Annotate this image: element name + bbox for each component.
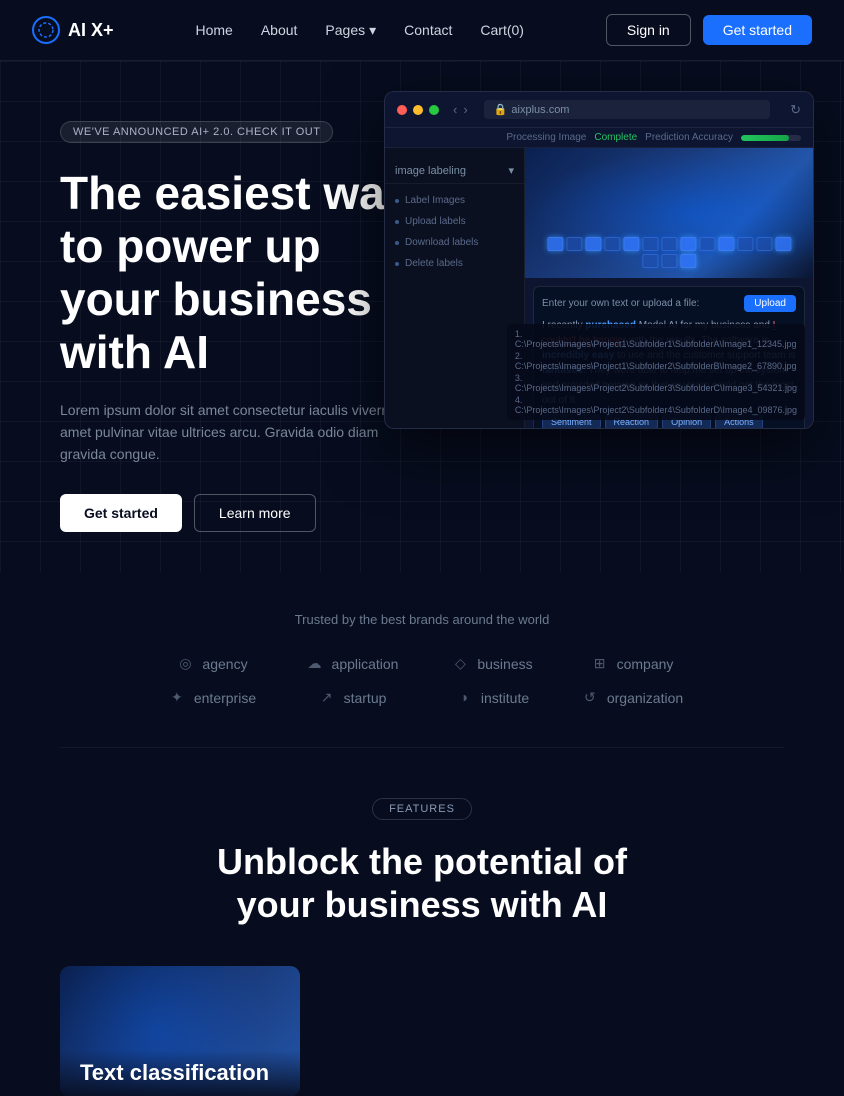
key: [680, 254, 696, 268]
preview-card: Text classification: [60, 966, 300, 1096]
brand-company: ⊞ company: [562, 655, 702, 673]
key: [661, 254, 677, 268]
application-icon: ☁: [306, 655, 324, 673]
browser-url-bar[interactable]: 🔒 aixplus.com: [484, 100, 770, 119]
company-icon: ⊞: [591, 655, 609, 673]
navbar: AI X+ Home About Pages ▾ Contact Cart(0)…: [0, 0, 844, 61]
get-started-hero-button[interactable]: Get started: [60, 494, 182, 532]
accuracy-fill: [741, 135, 789, 141]
hero-section: WE'VE ANNOUNCED AI+ 2.0. CHECK IT OUT Th…: [0, 61, 844, 572]
chevron-icon[interactable]: ▾: [508, 164, 514, 177]
accuracy-track: [741, 135, 801, 141]
key: [547, 237, 563, 251]
status-complete: Complete: [594, 132, 637, 143]
chat-label: Enter your own text or upload a file:: [542, 298, 699, 309]
file-item-1: 1. C:\Projects\Images\Project1\Subfolder…: [515, 328, 797, 350]
key: [585, 237, 601, 251]
brand-enterprise: ✦ enterprise: [142, 689, 282, 707]
business-icon: ◇: [451, 655, 469, 673]
keyboard-keys: [539, 237, 798, 268]
file-item-3: 3. C:\Projects\Images\Project2\Subfolder…: [515, 372, 797, 394]
brand-organization: ↺ organization: [562, 689, 702, 707]
file-item-4: 4. C:\Projects\Images\Project2\Subfolder…: [515, 394, 797, 416]
get-started-nav-button[interactable]: Get started: [703, 15, 812, 45]
file-list: 1. C:\Projects\Images\Project1\Subfolder…: [507, 324, 805, 420]
nav-home[interactable]: Home: [195, 22, 232, 38]
announcement-badge[interactable]: WE'VE ANNOUNCED AI+ 2.0. CHECK IT OUT: [60, 121, 333, 143]
nav-cart[interactable]: Cart(0): [480, 22, 524, 38]
back-icon[interactable]: ‹: [453, 102, 457, 117]
features-badge: FEATURES: [372, 798, 472, 820]
sidebar-panel: image labeling ▾ Label Images Upload lab…: [385, 148, 525, 428]
key: [680, 237, 696, 251]
enterprise-icon: ✦: [168, 689, 186, 707]
upload-button[interactable]: Upload: [744, 295, 796, 312]
chat-upload-row: Enter your own text or upload a file: Up…: [542, 295, 796, 312]
refresh-icon[interactable]: ↻: [790, 102, 801, 118]
sidebar-item-label-images[interactable]: Label Images: [385, 190, 524, 211]
sidebar-item-upload[interactable]: Upload labels: [385, 211, 524, 232]
brand-institute: ◑ institute: [422, 689, 562, 707]
dot-red: [397, 105, 407, 115]
organization-icon: ↺: [581, 689, 599, 707]
hero-subtitle: Lorem ipsum dolor sit amet consectetur i…: [60, 399, 420, 466]
nav-pages[interactable]: Pages ▾: [325, 22, 376, 39]
browser-body: image labeling ▾ Label Images Upload lab…: [385, 148, 813, 428]
sidebar-item-download[interactable]: Download labels: [385, 232, 524, 253]
status-bar: Processing Image Complete Prediction Acc…: [385, 128, 813, 148]
nav-actions: Sign in Get started: [606, 14, 812, 46]
key: [623, 237, 639, 251]
main-panel: Enter your own text or upload a file: Up…: [525, 148, 813, 428]
agency-icon: ◎: [176, 655, 194, 673]
hero-content: WE'VE ANNOUNCED AI+ 2.0. CHECK IT OUT Th…: [60, 121, 420, 532]
forward-icon[interactable]: ›: [463, 102, 467, 117]
browser-window: ‹ › 🔒 aixplus.com ↻ Processing Image Com…: [384, 91, 814, 429]
brand-startup: ↗ startup: [282, 689, 422, 707]
key: [718, 237, 734, 251]
institute-icon: ◑: [455, 689, 473, 707]
brand-agency: ◎ agency: [142, 655, 282, 673]
signin-button[interactable]: Sign in: [606, 14, 691, 46]
brand-business: ◇ business: [422, 655, 562, 673]
accuracy-bar: [741, 135, 801, 141]
trusted-title: Trusted by the best brands around the wo…: [60, 612, 784, 627]
key: [604, 237, 620, 251]
features-section: FEATURES Unblock the potential of your b…: [0, 748, 844, 946]
dot-green: [429, 105, 439, 115]
features-title: Unblock the potential of your business w…: [60, 840, 784, 926]
lock-icon: 🔒: [494, 103, 508, 116]
key: [756, 237, 772, 251]
key: [661, 237, 677, 251]
startup-icon: ↗: [318, 689, 336, 707]
logo[interactable]: AI X+: [32, 16, 114, 44]
key: [566, 237, 582, 251]
file-item-2: 2. C:\Projects\Images\Project1\Subfolder…: [515, 350, 797, 372]
dot-yellow: [413, 105, 423, 115]
browser-nav: ‹ ›: [453, 102, 468, 117]
key: [642, 254, 658, 268]
brand-grid: ◎ agency ☁ application ◇ business ⊞ comp…: [142, 655, 702, 707]
keyboard-image: [525, 148, 813, 278]
key: [699, 237, 715, 251]
bottom-preview: Text classification: [0, 946, 844, 1096]
chevron-down-icon: ▾: [369, 22, 376, 39]
brand-application: ☁ application: [282, 655, 422, 673]
trusted-section: Trusted by the best brands around the wo…: [0, 572, 844, 747]
sidebar-panel-header: image labeling ▾: [385, 158, 524, 184]
hero-title: The easiest way to power up your busines…: [60, 167, 420, 379]
nav-contact[interactable]: Contact: [404, 22, 452, 38]
hero-buttons: Get started Learn more: [60, 494, 420, 532]
text-classification-label: Text classification: [60, 1050, 300, 1096]
key: [737, 237, 753, 251]
browser-titlebar: ‹ › 🔒 aixplus.com ↻: [385, 92, 813, 128]
sidebar-item-delete[interactable]: Delete labels: [385, 253, 524, 274]
key: [775, 237, 791, 251]
nav-links: Home About Pages ▾ Contact Cart(0): [195, 22, 524, 39]
nav-about[interactable]: About: [261, 22, 298, 38]
key: [642, 237, 658, 251]
learn-more-button[interactable]: Learn more: [194, 494, 316, 532]
hero-mockup: ‹ › 🔒 aixplus.com ↻ Processing Image Com…: [384, 91, 814, 471]
